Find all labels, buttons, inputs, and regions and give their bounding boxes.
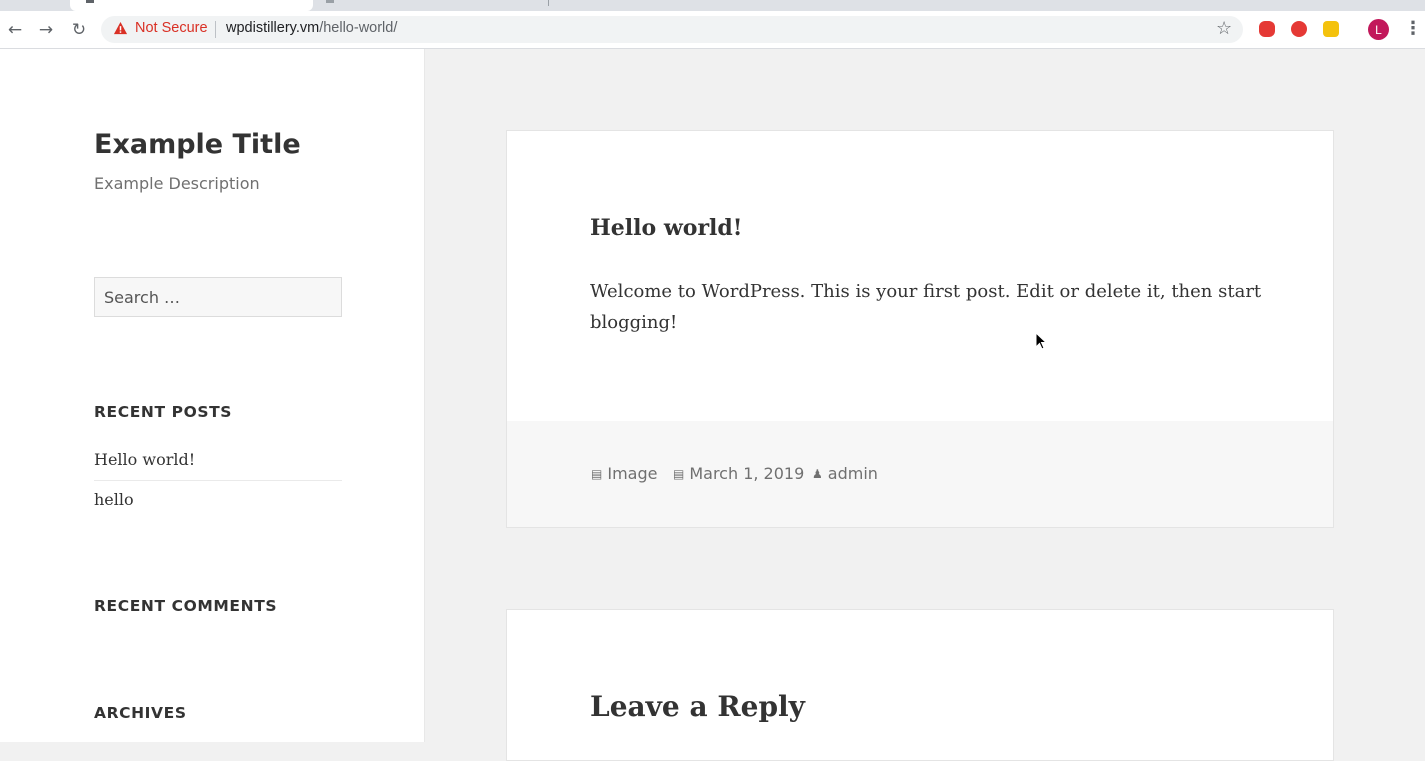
omnibox-divider bbox=[215, 21, 216, 38]
forward-arrow-icon[interactable]: → bbox=[35, 19, 57, 41]
archives-heading: ARCHIVES bbox=[94, 704, 187, 722]
site-title[interactable]: Example Title bbox=[94, 129, 301, 160]
tab-separator bbox=[548, 0, 549, 6]
page-icon bbox=[326, 0, 334, 3]
reload-icon[interactable]: ↻ bbox=[68, 19, 90, 41]
comment-respond-card: Leave a Reply bbox=[506, 609, 1334, 761]
post-footer: ▤ Image ▤ March 1, 2019 ♟ admin bbox=[507, 421, 1333, 527]
search-placeholder: Search … bbox=[104, 288, 181, 307]
user-icon: ♟ bbox=[812, 466, 823, 481]
url-path: /hello-world/ bbox=[319, 20, 398, 36]
mouse-cursor-icon bbox=[1035, 332, 1047, 350]
calendar-icon: ▤ bbox=[673, 466, 685, 481]
recent-post-link[interactable]: hello bbox=[94, 481, 342, 520]
url-host: wpdistillery.vm bbox=[226, 20, 320, 36]
recent-post-link[interactable]: Hello world! bbox=[94, 441, 342, 481]
avatar[interactable]: L bbox=[1368, 19, 1389, 40]
recent-posts-heading: RECENT POSTS bbox=[94, 403, 233, 421]
post-author-label: admin bbox=[827, 464, 878, 483]
search-input[interactable]: Search … bbox=[94, 277, 342, 317]
extension-icon[interactable] bbox=[1323, 21, 1339, 37]
tab-active[interactable] bbox=[70, 0, 313, 11]
kebab-menu-icon[interactable]: ⋮ bbox=[1404, 18, 1422, 39]
image-format-icon: ▤ bbox=[591, 466, 603, 481]
tab-inactive[interactable] bbox=[326, 0, 549, 11]
url-text[interactable]: wpdistillery.vm/hello-world/ bbox=[226, 20, 397, 36]
recent-comments-heading: RECENT COMMENTS bbox=[94, 597, 278, 615]
browser-toolbar: ← → ↻ Not Secure wpdistillery.vm/hello-w… bbox=[0, 11, 1425, 49]
security-label[interactable]: Not Secure bbox=[135, 20, 208, 36]
address-bar[interactable]: Not Secure wpdistillery.vm/hello-world/ … bbox=[101, 16, 1243, 43]
reply-heading: Leave a Reply bbox=[590, 690, 805, 723]
post-format-label: Image bbox=[607, 464, 658, 483]
sidebar: Example Title Example Description Search… bbox=[0, 49, 425, 742]
site-description: Example Description bbox=[94, 174, 260, 193]
extension-icon[interactable] bbox=[1291, 21, 1307, 37]
page-icon bbox=[86, 0, 94, 3]
post-date-label: March 1, 2019 bbox=[689, 464, 805, 483]
recent-posts-list: Hello world! hello bbox=[94, 441, 342, 520]
post-date[interactable]: ▤ March 1, 2019 bbox=[673, 464, 804, 483]
post-card: Hello world! Welcome to WordPress. This … bbox=[506, 130, 1334, 528]
post-body: Welcome to WordPress. This is your first… bbox=[590, 281, 1262, 333]
tab-strip bbox=[0, 0, 1425, 11]
extension-icon[interactable] bbox=[1259, 21, 1275, 37]
star-icon[interactable]: ☆ bbox=[1216, 18, 1232, 39]
post-author[interactable]: ♟ admin bbox=[812, 464, 878, 483]
back-arrow-icon[interactable]: ← bbox=[4, 19, 26, 41]
post-title[interactable]: Hello world! bbox=[590, 215, 742, 241]
warning-icon[interactable] bbox=[113, 21, 128, 36]
post-format[interactable]: ▤ Image bbox=[591, 464, 657, 483]
